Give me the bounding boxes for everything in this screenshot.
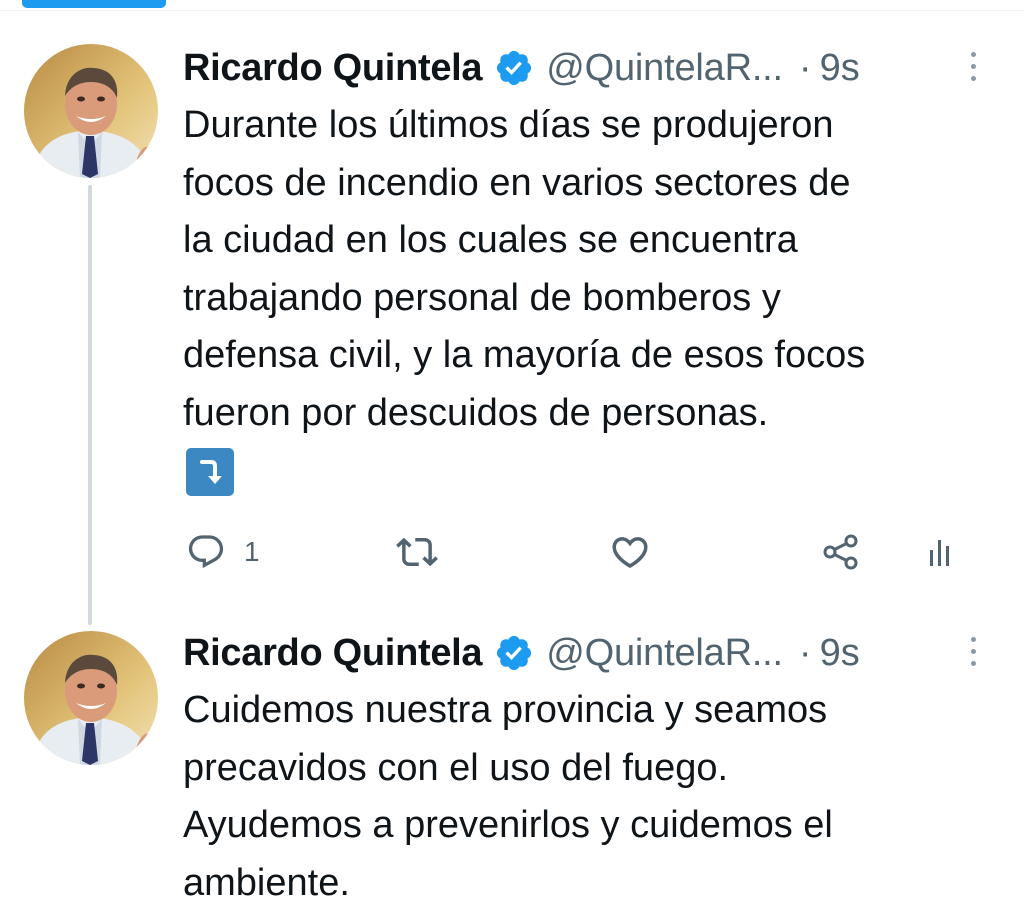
retweet-button[interactable] [396, 527, 438, 577]
verified-badge-icon [494, 48, 534, 88]
author-name[interactable]: Ricardo Quintela [183, 632, 483, 675]
reply-count: 1 [244, 536, 260, 567]
share-button[interactable] [820, 527, 862, 577]
more-options-icon[interactable] [968, 52, 978, 86]
reply-icon [186, 532, 226, 572]
avatar[interactable] [24, 631, 158, 765]
top-divider [0, 10, 1024, 11]
meta-separator: · [798, 631, 812, 674]
tweet-text: Durante los últimos días se produjeron f… [183, 104, 866, 434]
tweet-timestamp[interactable]: 9s [820, 632, 860, 675]
like-button[interactable] [609, 527, 651, 577]
verified-badge-icon [494, 633, 534, 673]
tweet-header: Ricardo Quintela @QuintelaR... · 9s [183, 43, 860, 93]
tab-indicator [22, 0, 166, 8]
tweet-timestamp[interactable]: 9s [820, 47, 860, 90]
retweet-icon [396, 531, 438, 573]
right-arrow-curving-down-emoji [186, 448, 234, 496]
analytics-button[interactable] [928, 527, 958, 577]
author-name[interactable]: Ricardo Quintela [183, 47, 483, 90]
analytics-icon [928, 532, 958, 572]
tweet-header: Ricardo Quintela @QuintelaR... · 9s [183, 628, 860, 678]
avatar[interactable] [24, 44, 158, 178]
tweet-text: Cuidemos nuestra provincia y seamos prec… [183, 689, 833, 904]
author-handle[interactable]: @QuintelaR... [546, 47, 783, 90]
author-handle[interactable]: @QuintelaR... [546, 632, 783, 675]
meta-separator: · [798, 46, 812, 89]
thread-connector-line [88, 185, 92, 625]
share-icon [820, 531, 862, 573]
heart-icon [609, 531, 651, 573]
reply-button[interactable]: 1 [186, 527, 260, 577]
more-options-icon[interactable] [968, 637, 978, 671]
